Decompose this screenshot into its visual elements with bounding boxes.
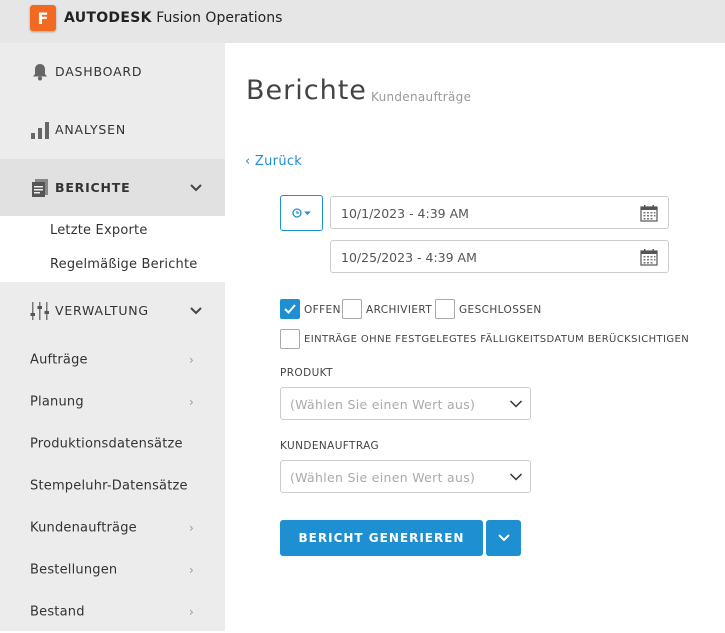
date-from-value: 10/1/2023 - 4:39 AM <box>341 206 469 221</box>
fusion-logo-icon: F <box>30 5 56 31</box>
produkt-placeholder: (Wählen Sie einen Wert aus) <box>290 397 476 412</box>
check-icon <box>284 304 296 314</box>
include-no-due-date-label: EINTRÄGE OHNE FESTGELEGTES FÄLLIGKEITSDA… <box>304 334 690 345</box>
sidebar-item-label: Planung <box>30 394 84 410</box>
report-icon <box>32 178 48 197</box>
chevron-right-icon: › <box>189 395 194 409</box>
page-title: Berichte <box>246 75 367 106</box>
offen-label: OFFEN <box>304 304 341 316</box>
sidebar-item-bestellungen[interactable]: Bestellungen › <box>0 549 225 591</box>
chevron-right-icon: › <box>189 563 194 577</box>
sidebar-item-bestand[interactable]: Bestand › <box>0 591 225 633</box>
date-to-field[interactable]: 10/25/2023 - 4:39 AM <box>330 240 669 273</box>
sidebar-item-dashboard[interactable]: DASHBOARD <box>0 43 225 100</box>
chevron-right-icon: › <box>189 605 194 619</box>
sliders-icon <box>30 301 49 320</box>
produkt-select[interactable]: (Wählen Sie einen Wert aus) <box>280 387 531 420</box>
date-from-field[interactable]: 10/1/2023 - 4:39 AM <box>330 196 669 229</box>
sidebar-item-label: Stempeluhr-Datensätze <box>30 478 188 494</box>
sidebar-item-stempeluhr-datensaetze[interactable]: Stempeluhr-Datensätze <box>0 465 225 507</box>
main-content: Berichte Kundenaufträge ‹ Zurück 10/1/20… <box>225 43 725 631</box>
berichte-submenu: Letzte Exporte Regelmäßige Berichte <box>0 216 225 282</box>
generate-options-button[interactable] <box>486 520 521 556</box>
sidebar-item-planung[interactable]: Planung › <box>0 381 225 423</box>
geschlossen-label: GESCHLOSSEN <box>459 304 542 316</box>
sidebar-item-produktionsdatensaetze[interactable]: Produktionsdatensätze <box>0 423 225 465</box>
clock-dropdown-icon <box>291 208 311 218</box>
date-to-value: 10/25/2023 - 4:39 AM <box>341 250 477 265</box>
chevron-right-icon: › <box>189 353 194 367</box>
sidebar-item-label: VERWALTUNG <box>55 303 149 318</box>
sidebar-item-label: ANALYSEN <box>55 122 126 137</box>
calendar-icon[interactable] <box>640 248 658 266</box>
include-no-due-date-checkbox[interactable] <box>280 329 300 349</box>
page-subtitle: Kundenaufträge <box>371 90 472 104</box>
date-preset-dropdown[interactable] <box>280 195 323 231</box>
bell-icon <box>33 63 47 80</box>
sidebar-item-label: DASHBOARD <box>55 64 143 79</box>
geschlossen-checkbox[interactable] <box>435 299 455 319</box>
kundenauftrag-select[interactable]: (Wählen Sie einen Wert aus) <box>280 460 531 493</box>
sidebar-item-verwaltung[interactable]: VERWALTUNG <box>0 282 225 339</box>
brand-autodesk: AUTODESK <box>64 10 152 26</box>
sidebar-item-analysen[interactable]: ANALYSEN <box>0 101 225 158</box>
sidebar-item-berichte[interactable]: BERICHTE <box>0 159 225 216</box>
kundenauftrag-placeholder: (Wählen Sie einen Wert aus) <box>290 470 476 485</box>
chevron-down-icon <box>509 473 523 481</box>
back-link[interactable]: ‹ Zurück <box>245 154 302 169</box>
bar-chart-icon <box>31 121 49 139</box>
sidebar-item-label: Bestellungen <box>30 562 118 578</box>
sidebar-item-label: Aufträge <box>30 352 88 368</box>
sidebar-item-kundenauftraege[interactable]: Kundenaufträge › <box>0 507 225 549</box>
chevron-down-icon[interactable] <box>189 183 203 193</box>
sidebar: DASHBOARD ANALYSEN BERICHTE Letzte Expor… <box>0 43 225 631</box>
chevron-down-icon <box>509 400 523 408</box>
sidebar-subitem-regelmaessige-berichte[interactable]: Regelmäßige Berichte <box>50 257 197 272</box>
sidebar-item-label: BERICHTE <box>55 180 131 195</box>
sidebar-item-auftraege[interactable]: Aufträge › <box>0 339 225 381</box>
sidebar-subitem-letzte-exporte[interactable]: Letzte Exporte <box>50 223 148 238</box>
top-bar: F AUTODESK Fusion Operations <box>0 0 725 43</box>
kundenauftrag-label: KUNDENAUFTRAG <box>280 440 380 452</box>
archiviert-label: ARCHIVIERT <box>366 304 433 316</box>
brand-text: AUTODESK Fusion Operations <box>64 10 282 26</box>
chevron-right-icon: › <box>189 521 194 535</box>
produkt-label: PRODUKT <box>280 367 333 379</box>
sidebar-item-label: Produktionsdatensätze <box>30 436 183 452</box>
brand[interactable]: F AUTODESK Fusion Operations <box>30 5 282 31</box>
generate-report-button[interactable]: BERICHT GENERIEREN <box>280 520 483 556</box>
brand-product: Fusion Operations <box>156 10 283 26</box>
archiviert-checkbox[interactable] <box>342 299 362 319</box>
sidebar-item-label: Kundenaufträge <box>30 520 137 536</box>
chevron-down-icon <box>497 534 510 542</box>
calendar-icon[interactable] <box>640 204 658 222</box>
sidebar-item-label: Bestand <box>30 604 85 620</box>
chevron-down-icon[interactable] <box>189 306 203 316</box>
offen-checkbox[interactable] <box>280 299 300 319</box>
